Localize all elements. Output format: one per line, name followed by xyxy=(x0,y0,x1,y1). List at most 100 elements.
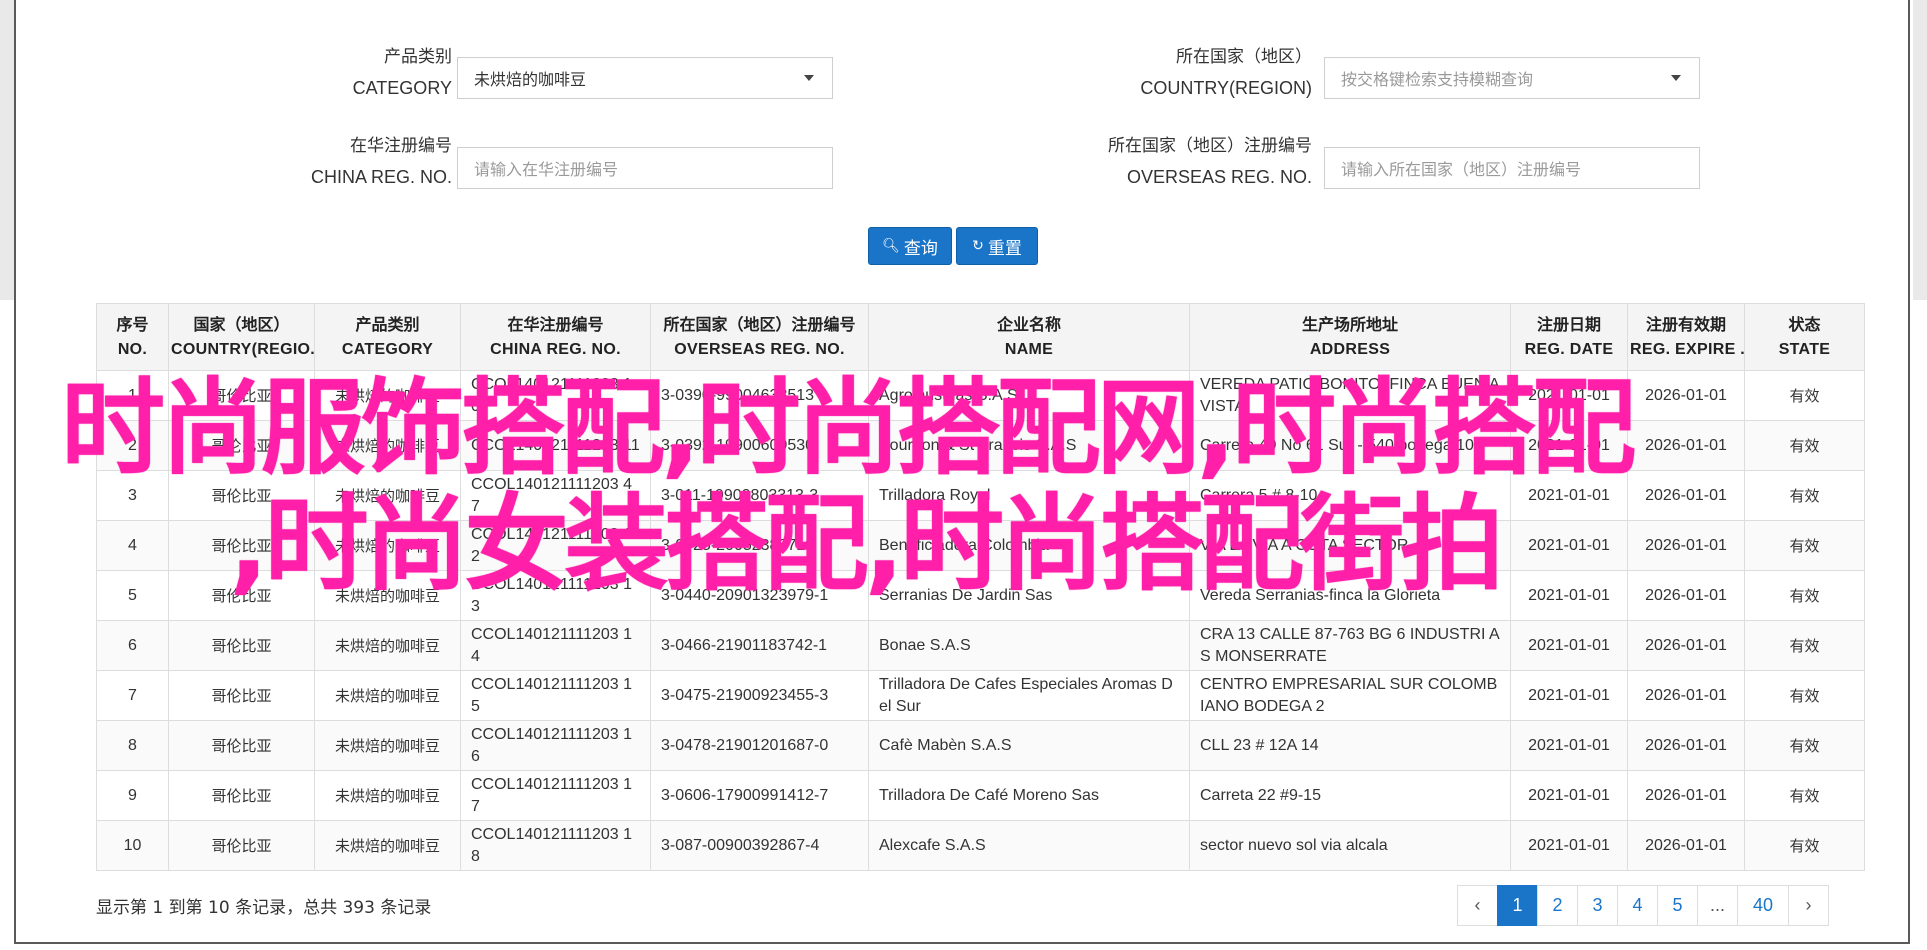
cell-address: Carreta 22 #9-15 xyxy=(1189,770,1511,821)
cell-reg-date: 2021-01-01 xyxy=(1510,670,1628,721)
prev-page-button[interactable]: ‹ xyxy=(1457,885,1498,926)
page-button[interactable]: 2 xyxy=(1537,885,1578,926)
left-scrollbar[interactable] xyxy=(0,0,14,300)
cell-country: 哥伦比亚 xyxy=(168,820,315,871)
page-button[interactable]: ... xyxy=(1697,885,1738,926)
cell-state: 有效 xyxy=(1744,370,1865,421)
cell-country: 哥伦比亚 xyxy=(168,620,315,671)
cell-state: 有效 xyxy=(1744,420,1865,471)
column-header-cn: 状态 xyxy=(1788,315,1821,334)
right-scrollbar[interactable] xyxy=(1913,0,1927,300)
cell-reg-date: 2021-01-01 xyxy=(1510,420,1628,471)
column-header: 所在国家（地区）注册编号 OVERSEAS REG. NO. xyxy=(650,303,869,371)
cell-overseas-reg: 3-087-00900392867-4 xyxy=(650,820,869,871)
cell-country: 哥伦比亚 xyxy=(168,470,315,521)
table-row[interactable]: 4 哥伦比亚 未烘焙的咖啡豆 CCOL140121111203 12 3-0425-20… xyxy=(96,520,1865,571)
china-reg-label-en: CHINA REG. NO. xyxy=(310,167,452,187)
table-row[interactable]: 1 哥伦比亚 未烘焙的咖啡豆 CCOL140121111203 10 3-0390-99… xyxy=(96,370,1865,421)
table-row[interactable]: 6 哥伦比亚 未烘焙的咖啡豆 CCOL140121111203 14 3-0466-21… xyxy=(96,620,1865,671)
cell-state: 有效 xyxy=(1744,670,1865,721)
pagination-summary: 显示第 1 到第 10 条记录，总共 393 条记录 xyxy=(96,898,432,918)
cell-state: 有效 xyxy=(1744,820,1865,871)
cell-country: 哥伦比亚 xyxy=(168,520,315,571)
cell-overseas-reg: 3-0606-17900991412-7 xyxy=(650,770,869,821)
page-button[interactable]: 4 xyxy=(1617,885,1658,926)
cell-no: 7 xyxy=(96,670,169,721)
page-button[interactable]: 40 xyxy=(1737,885,1789,926)
column-header-cn: 注册有效期 xyxy=(1645,315,1726,334)
cell-china-reg: CCOL140121111203 10 xyxy=(460,370,651,421)
china-reg-label: 在华注册编号 CHINA REG. NO. xyxy=(216,131,452,193)
cell-reg-date: 2021-01-01 xyxy=(1510,820,1628,871)
column-header-en: CATEGORY xyxy=(341,341,434,358)
country-select[interactable]: 按交格键检索支持模糊查询 xyxy=(1324,57,1700,99)
next-page-button[interactable]: › xyxy=(1788,885,1829,926)
cell-expire: 2026-01-01 xyxy=(1627,570,1745,621)
cell-category: 未烘焙的咖啡豆 xyxy=(314,420,461,471)
page-button[interactable]: 1 xyxy=(1497,885,1538,926)
cell-state: 有效 xyxy=(1744,620,1865,671)
column-header: 在华注册编号 CHINA REG. NO. xyxy=(460,303,651,371)
cell-reg-date: 2021-01-01 xyxy=(1510,720,1628,771)
cell-china-reg: CCOL140121111203 14 xyxy=(460,620,651,671)
column-header-cn: 注册日期 xyxy=(1536,315,1601,334)
query-button[interactable]: 🔍︎ 查询 xyxy=(868,227,952,265)
cell-name: Trilladora Royal xyxy=(868,470,1190,521)
cell-category: 未烘焙的咖啡豆 xyxy=(314,770,461,821)
column-header-cn: 生产场所地址 xyxy=(1301,315,1398,334)
cell-category: 未烘焙的咖啡豆 xyxy=(314,520,461,571)
page-button[interactable]: 5 xyxy=(1657,885,1698,926)
column-header-en: NO. xyxy=(117,341,148,358)
cell-reg-date: 2021-01-01 xyxy=(1510,370,1628,421)
cell-china-reg: CCOL140121111203 12 xyxy=(460,520,651,571)
country-label-en: COUNTRY(REGION) xyxy=(1140,78,1312,98)
column-header: 序号 NO. xyxy=(96,303,169,371)
table-row[interactable]: 2 哥伦比亚 未烘焙的咖啡豆 CCOL140121111203 11 3-0392-19… xyxy=(96,420,1865,471)
cell-name: Bourbon & St Francis S.A.S xyxy=(868,420,1190,471)
reset-button[interactable]: ↻ 重置 xyxy=(956,227,1038,265)
column-header-en: REG. EXPIRE ... xyxy=(1630,341,1745,358)
cell-expire: 2026-01-01 xyxy=(1627,470,1745,521)
cell-no: 5 xyxy=(96,570,169,621)
overseas-reg-input[interactable]: 请输入所在国家（地区）注册编号 xyxy=(1324,147,1700,189)
cell-category: 未烘焙的咖啡豆 xyxy=(314,570,461,621)
table-row[interactable]: 3 哥伦比亚 未烘焙的咖啡豆 CCOL140121111203 47 3-011-199… xyxy=(96,470,1865,521)
china-reg-input-placeholder: 请输入在华注册编号 xyxy=(474,160,619,179)
cell-overseas-reg: 3-0390-99004638513 xyxy=(650,370,869,421)
table-row[interactable]: 9 哥伦比亚 未烘焙的咖啡豆 CCOL140121111203 17 3-0606-17… xyxy=(96,770,1865,821)
chevron-down-icon xyxy=(1671,75,1681,81)
column-header: 国家（地区） COUNTRY(REGIO... xyxy=(168,303,315,371)
column-header-en: REG. DATE xyxy=(1524,341,1614,358)
table-row[interactable]: 10 哥伦比亚 未烘焙的咖啡豆 CCOL140121111203 18 3-087-00… xyxy=(96,820,1865,871)
cell-name: Bonae S.A.S xyxy=(868,620,1190,671)
overseas-reg-label-en: OVERSEAS REG. NO. xyxy=(1126,167,1312,187)
cell-overseas-reg: 3-0392-19900609530 xyxy=(650,420,869,471)
table-row[interactable]: 5 哥伦比亚 未烘焙的咖啡豆 CCOL140121111203 13 3-0440-20… xyxy=(96,570,1865,621)
cell-expire: 2026-01-01 xyxy=(1627,370,1745,421)
cell-state: 有效 xyxy=(1744,720,1865,771)
pagination: ‹ 1 2 3 4 5... 40 › xyxy=(1457,885,1829,926)
cell-address: Carrera 5 # 8-10 xyxy=(1189,470,1511,521)
cell-address: CRA 13 CALLE 87-763 BG 6 INDUSTRI AS MON… xyxy=(1189,620,1511,671)
category-select[interactable]: 未烘焙的咖啡豆 xyxy=(457,57,833,99)
cell-name: Cafè Mabèn S.A.S xyxy=(868,720,1190,771)
table-row[interactable]: 8 哥伦比亚 未烘焙的咖啡豆 CCOL140121111203 16 3-0478-21… xyxy=(96,720,1865,771)
search-icon: 🔍︎ xyxy=(882,238,900,254)
column-header-en: STATE xyxy=(1778,341,1831,358)
cell-china-reg: CCOL140121111203 11 xyxy=(460,420,651,471)
cell-no: 2 xyxy=(96,420,169,471)
country-select-placeholder: 按交格键检索支持模糊查询 xyxy=(1341,70,1534,89)
table-row[interactable]: 7 哥伦比亚 未烘焙的咖啡豆 CCOL140121111203 15 3-0475-21… xyxy=(96,670,1865,721)
china-reg-label-cn: 在华注册编号 xyxy=(350,136,452,156)
cell-name: Serranias De Jardin Sas xyxy=(868,570,1190,621)
page-button[interactable]: 3 xyxy=(1577,885,1618,926)
china-reg-input[interactable]: 请输入在华注册编号 xyxy=(457,147,833,189)
column-header: 生产场所地址 ADDRESS xyxy=(1189,303,1511,371)
cell-address: CLL 23 # 12A 14 xyxy=(1189,720,1511,771)
column-header-en: CHINA REG. NO. xyxy=(490,341,621,358)
cell-country: 哥伦比亚 xyxy=(168,670,315,721)
cell-china-reg: CCOL140121111203 15 xyxy=(460,670,651,721)
overseas-reg-label: 所在国家（地区）注册编号 OVERSEAS REG. NO. xyxy=(976,131,1312,193)
cell-category: 未烘焙的咖啡豆 xyxy=(314,370,461,421)
category-label-cn: 产品类别 xyxy=(384,47,452,67)
